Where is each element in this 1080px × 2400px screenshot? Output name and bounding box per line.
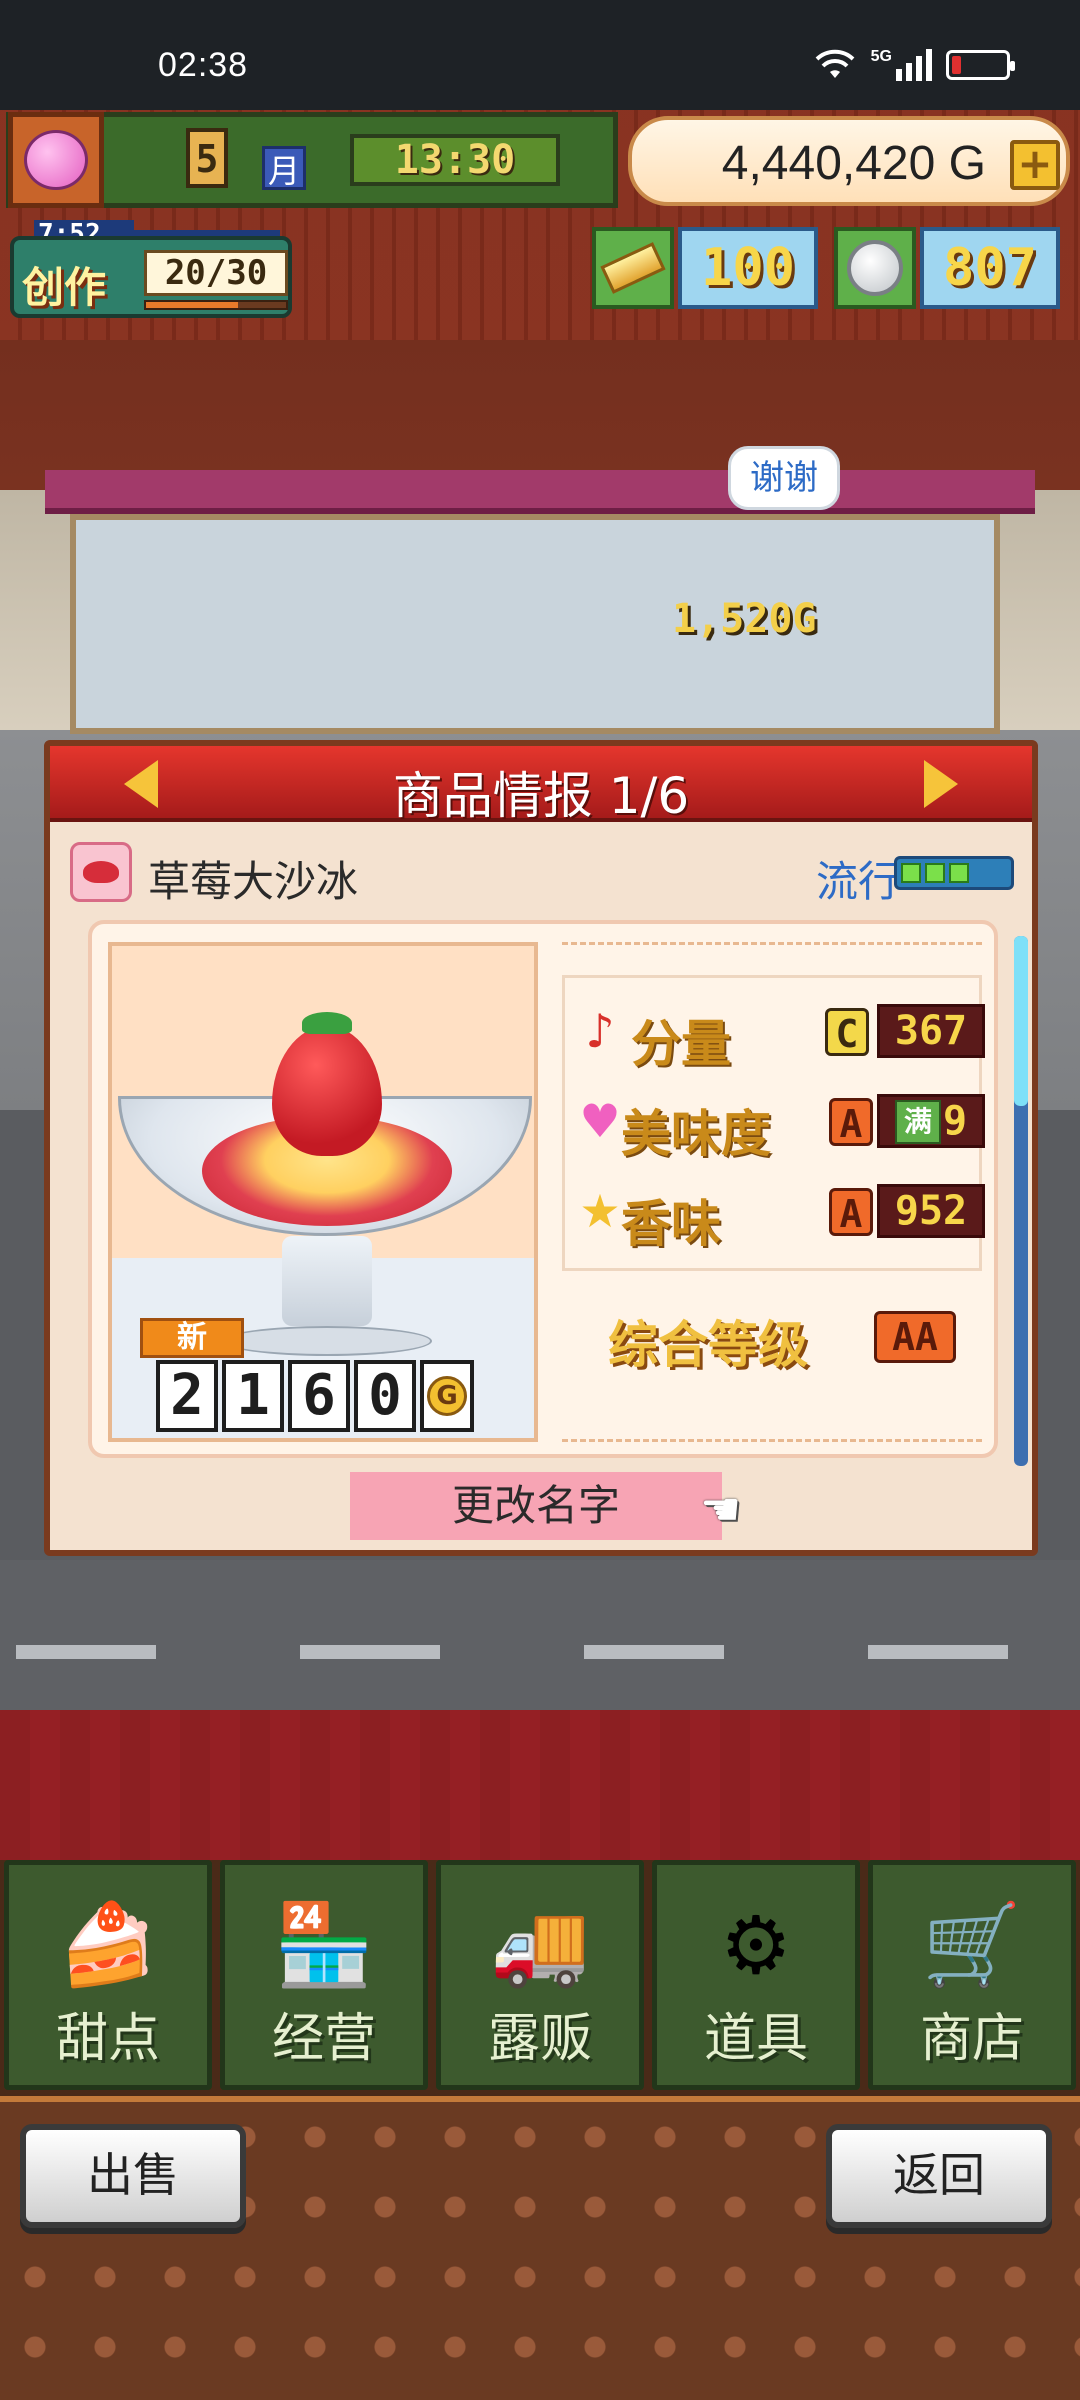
lane-marking — [584, 1645, 724, 1659]
wifi-icon — [815, 49, 855, 78]
menu-label: 道具 — [703, 2009, 808, 2069]
road — [0, 1560, 1080, 1710]
lane-marking — [868, 1645, 1008, 1659]
new-tag: 新 — [140, 1318, 244, 1358]
next-arrow-icon[interactable] — [924, 760, 958, 808]
stat-name: 分量 — [631, 1015, 731, 1073]
rename-button[interactable]: 更改名字 — [350, 1472, 722, 1540]
menu-item-store[interactable]: 🛒 商店 — [868, 1860, 1076, 2090]
shop-icon: 🏪 — [274, 1898, 374, 1991]
price-digit: 6 — [288, 1360, 350, 1432]
trend-label: 流行 — [815, 857, 900, 906]
price-digit: 1 — [222, 1360, 284, 1432]
pointing-hand-icon: ☚ — [700, 1482, 742, 1536]
overall-grade: AA — [874, 1311, 956, 1363]
battery-icon — [946, 50, 1015, 80]
max-tag: 满 — [895, 1100, 941, 1144]
month-number: 5 — [186, 128, 228, 188]
stat-row-aroma: ★ 香味 A 952 — [575, 1176, 985, 1253]
price-digit: 2 — [156, 1360, 218, 1432]
menu-item-manage[interactable]: 🏪 经营 — [220, 1860, 428, 2090]
item-name: 草莓大沙冰 — [148, 857, 359, 906]
bottom-menu: 🍰 甜点 🏪 经营 🚚 露贩 ⚙ 道具 🛒 商店 — [0, 1860, 1080, 2096]
shop-awning — [45, 470, 1035, 514]
gold-coin-icon: G — [420, 1360, 474, 1432]
signal-icon — [896, 49, 932, 81]
gold-bar-icon — [592, 227, 674, 309]
lane-marking — [300, 1645, 440, 1659]
money-display: 4,440,420 G + — [628, 116, 1070, 206]
menu-label: 露贩 — [487, 2009, 592, 2069]
menu-label: 商店 — [919, 2009, 1024, 2069]
stats-box: ♪ 分量 C 367 ♥ 美味度 A 999 满 ★ 香味 A 952 — [562, 975, 985, 1271]
medal-resource[interactable]: 807 — [834, 224, 1060, 312]
product-info-panel: 商品情报 1/6 草莓大沙冰 流行 新 2 1 6 0 G ♪ 分量 C 367… — [44, 740, 1038, 1556]
item-name-row: 草莓大沙冰 流行 — [70, 842, 1020, 906]
menu-item-dessert[interactable]: 🍰 甜点 — [4, 1860, 212, 2090]
menu-item-tools[interactable]: ⚙ 道具 — [652, 1860, 860, 2090]
panel-header: 商品情报 1/6 — [50, 746, 1032, 825]
back-button[interactable]: 返回 — [826, 2124, 1052, 2228]
medal-count: 807 — [920, 227, 1060, 309]
status-bar: 02:38 5G — [0, 0, 1080, 110]
gold-bar-count: 100 — [678, 227, 818, 309]
create-progress — [144, 300, 288, 310]
cake-icon: 🍰 — [58, 1898, 158, 1991]
add-money-button[interactable]: + — [1010, 140, 1060, 190]
glass-base — [222, 1326, 432, 1356]
panel-title: 商品情报 1/6 — [392, 767, 690, 825]
game-clock: 13:30 — [350, 134, 560, 186]
create-count: 20/30 — [144, 250, 288, 296]
panel-scrollbar[interactable] — [1014, 936, 1028, 1466]
status-time: 02:38 — [158, 46, 249, 84]
money-amount: 4,440,420 G — [721, 137, 986, 190]
speech-bubble: 谢谢 — [728, 446, 840, 510]
menu-item-stall[interactable]: 🚚 露贩 — [436, 1860, 644, 2090]
stat-name: 美味度 — [621, 1105, 771, 1163]
red-carpet — [0, 1710, 1080, 1860]
glass-stem — [282, 1236, 372, 1326]
medal-icon — [834, 227, 916, 309]
tools-bag-icon: ⚙ — [720, 1898, 792, 1992]
item-detail-card: 新 2 1 6 0 G ♪ 分量 C 367 ♥ 美味度 A 满 ★ 香味 A … — [88, 920, 998, 1458]
stat-row-taste: ♥ 美味度 A 999 满 — [575, 1086, 985, 1163]
strawberry — [272, 1012, 382, 1156]
shaved-ice-icon — [70, 842, 132, 902]
stat-value: 952 — [877, 1184, 985, 1238]
stats-area: ♪ 分量 C 367 ♥ 美味度 A 999 满 ★ 香味 A 952 — [562, 942, 985, 1442]
gold-bar-resource[interactable]: 100 — [592, 224, 818, 312]
season-tree-icon[interactable] — [8, 112, 104, 208]
menu-label: 经营 — [271, 2009, 376, 2069]
create-counter[interactable]: 创作 20/30 — [10, 236, 292, 318]
shop-interior — [70, 514, 1000, 734]
month-label: 月 — [262, 146, 306, 190]
heart-icon: ♥ — [579, 1094, 621, 1148]
status-icons: 5G — [813, 48, 1015, 82]
stat-row-volume: ♪ 分量 C 367 — [575, 996, 985, 1073]
stat-value: 367 — [877, 1004, 985, 1058]
cart-icon: 🛒 — [922, 1898, 1022, 1991]
stat-name: 香味 — [621, 1195, 721, 1253]
sell-button[interactable]: 出售 — [20, 2124, 246, 2228]
stat-grade: A — [829, 1188, 873, 1236]
music-note-icon: ♪ — [585, 1004, 615, 1058]
floating-price: 1,520G — [672, 596, 817, 642]
menu-label: 甜点 — [55, 2009, 160, 2069]
network-type: 5G — [870, 48, 892, 65]
item-image: 新 2 1 6 0 G — [108, 942, 538, 1442]
stat-grade: C — [825, 1008, 869, 1056]
overall-label: 综合等级 — [608, 1316, 808, 1374]
price-digit: 0 — [354, 1360, 416, 1432]
price-display: 2 1 6 0 G — [156, 1360, 474, 1432]
stat-grade: A — [829, 1098, 873, 1146]
trend-meter — [894, 856, 1014, 890]
create-label: 创作 — [22, 263, 107, 312]
star-icon: ★ — [579, 1184, 621, 1238]
food-truck-icon: 🚚 — [490, 1898, 590, 1991]
lane-marking — [16, 1645, 156, 1659]
